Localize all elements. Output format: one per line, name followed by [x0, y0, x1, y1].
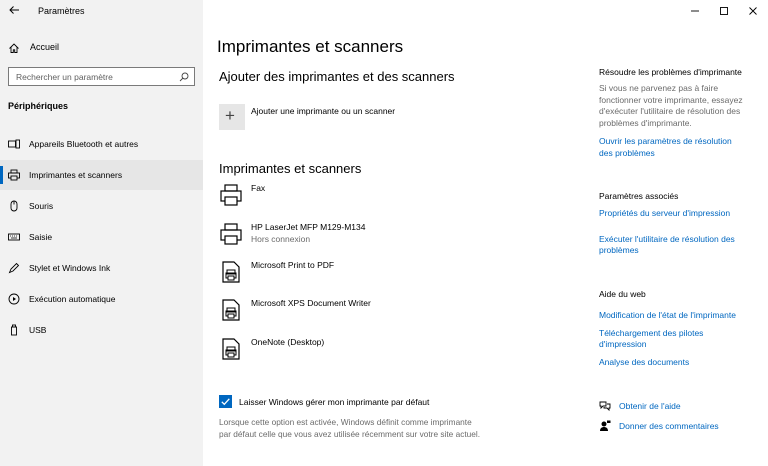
- link-line: Ouvrir les paramètres de résolution: [599, 136, 732, 146]
- usb-icon: [11, 324, 17, 336]
- link-line: Exécuter l'utilitaire de résolution des: [599, 233, 735, 244]
- link-line: d'impression: [599, 339, 647, 349]
- sidebar-item-label: Stylet et Windows Ink: [29, 263, 111, 273]
- add-printer-button[interactable]: +: [219, 104, 245, 130]
- scan-documents-link[interactable]: Analyse des documents: [599, 357, 759, 369]
- add-section-title: Ajouter des imprimantes et des scanners: [219, 69, 455, 84]
- web-help-heading: Aide du web: [599, 289, 646, 299]
- printer-name: Fax: [251, 183, 266, 193]
- sidebar-item-label: Accueil: [30, 42, 60, 52]
- fax-icon: [220, 184, 242, 206]
- page-title: Imprimantes et scanners: [217, 37, 404, 56]
- sidebar-item-bluetooth[interactable]: Appareils Bluetooth et autres: [0, 129, 203, 159]
- sidebar-item-mouse[interactable]: Souris: [0, 191, 203, 221]
- list-item-printer[interactable]: Fax: [219, 183, 559, 215]
- home-icon: [9, 43, 19, 53]
- mouse-icon: [10, 200, 18, 212]
- sidebar-item-printers[interactable]: Imprimantes et scanners: [0, 160, 203, 190]
- sidebar-item-label: Appareils Bluetooth et autres: [29, 139, 139, 149]
- bluetooth-devices-icon: [8, 139, 20, 149]
- printer-icon: [220, 223, 242, 245]
- troubleshoot-text: Si vous ne parvenez pas à faire fonction…: [599, 83, 759, 129]
- sidebar-item-label: Exécution automatique: [29, 294, 116, 304]
- text-line: fonctionner votre imprimante, essayez: [599, 94, 743, 105]
- main-content: Imprimantes et scanners Ajouter des impr…: [203, 0, 768, 466]
- sidebar-item-label: Saisie: [29, 232, 53, 242]
- feedback-person-icon: [600, 420, 611, 431]
- active-indicator: [0, 166, 3, 184]
- text-line: Si vous ne parvenez pas à faire: [599, 83, 719, 93]
- text-line: problèmes d'imprimante.: [599, 117, 692, 128]
- sidebar-item-label: Souris: [29, 201, 54, 211]
- maximize-icon[interactable]: [714, 4, 734, 18]
- link-line: problèmes: [599, 245, 639, 255]
- list-item-printer[interactable]: HP LaserJet MFP M129-M134 Hors connexion: [219, 222, 559, 254]
- search-placeholder: Rechercher un paramètre: [16, 72, 113, 82]
- download-drivers-link[interactable]: Téléchargement des pilotes d'impression: [599, 328, 759, 351]
- window-title: Paramètres: [38, 6, 85, 16]
- printer-name: Microsoft Print to PDF: [251, 260, 335, 270]
- printer-status-link[interactable]: Modification de l'état de l'imprimante: [599, 310, 759, 322]
- sidebar: Paramètres Accueil Rechercher un paramèt…: [0, 0, 203, 466]
- open-troubleshoot-link[interactable]: Ouvrir les paramètres de résolution des …: [599, 136, 759, 159]
- sidebar-item-home[interactable]: Accueil: [0, 37, 203, 59]
- document-printer-icon: [222, 299, 240, 321]
- document-printer-icon: [222, 261, 240, 283]
- sidebar-item-autoplay[interactable]: Exécution automatique: [0, 284, 203, 314]
- related-settings-section: Paramètres associés Propriétés du serveu…: [599, 191, 759, 257]
- printer-name: OneNote (Desktop): [251, 337, 325, 347]
- list-item-printer[interactable]: Microsoft Print to PDF: [219, 260, 559, 292]
- default-printer-checkbox[interactable]: [219, 395, 232, 408]
- help-chat-icon: [599, 401, 611, 412]
- print-server-properties-link[interactable]: Propriétés du serveur d'impression: [599, 208, 759, 220]
- get-help-label: Obtenir de l'aide: [619, 401, 681, 411]
- link-line: des problèmes: [599, 147, 655, 158]
- run-troubleshooter-link[interactable]: Exécuter l'utilitaire de résolution des …: [599, 234, 759, 257]
- text-line: d'exécuter l'utilitaire de résolution de…: [599, 106, 741, 116]
- printer-status: Hors connexion: [251, 234, 311, 244]
- list-item-printer[interactable]: OneNote (Desktop): [219, 337, 559, 369]
- printers-list-title: Imprimantes et scanners: [219, 161, 362, 176]
- feedback-label: Donner des commentaires: [619, 421, 719, 431]
- document-printer-icon: [222, 338, 240, 360]
- minimize-icon[interactable]: [685, 4, 705, 18]
- troubleshoot-heading: Résoudre les problèmes d'imprimante: [599, 67, 742, 77]
- sidebar-item-label: Imprimantes et scanners: [29, 170, 123, 180]
- printer-name: HP LaserJet MFP M129-M134: [251, 222, 366, 232]
- default-printer-label[interactable]: Laisser Windows gérer mon imprimante par…: [239, 397, 429, 407]
- back-arrow-icon[interactable]: [8, 4, 20, 16]
- plus-icon: +: [225, 106, 235, 125]
- default-printer-description: Lorsque cette option est activée, Window…: [219, 416, 509, 440]
- troubleshoot-section: Résoudre les problèmes d'imprimante Si v…: [599, 67, 759, 159]
- checkmark-icon: [221, 398, 230, 406]
- sidebar-item-pen[interactable]: Stylet et Windows Ink: [0, 253, 203, 283]
- web-help-section: Aide du web Modification de l'état de l'…: [599, 289, 759, 368]
- link-line: Téléchargement des pilotes: [599, 327, 704, 338]
- autoplay-icon: [8, 293, 20, 305]
- pen-icon: [8, 262, 20, 274]
- sidebar-item-typing[interactable]: Saisie: [0, 222, 203, 252]
- description-line: Lorsque cette option est activée, Window…: [219, 417, 472, 427]
- search-input[interactable]: Rechercher un paramètre: [8, 67, 195, 86]
- printer-icon: [8, 169, 20, 181]
- keyboard-icon: [8, 233, 20, 241]
- related-heading: Paramètres associés: [599, 191, 679, 201]
- list-item-printer[interactable]: Microsoft XPS Document Writer: [219, 298, 559, 330]
- sidebar-item-usb[interactable]: USB: [0, 315, 203, 345]
- sidebar-item-label: USB: [29, 325, 47, 335]
- add-printer-label[interactable]: Ajouter une imprimante ou un scanner: [251, 106, 395, 116]
- search-icon[interactable]: [179, 72, 189, 82]
- sidebar-section-title: Périphériques: [8, 101, 69, 111]
- title-bar: Paramètres: [0, 0, 203, 22]
- printer-name: Microsoft XPS Document Writer: [251, 298, 371, 308]
- description-line: par défaut celle que vous avez utilisée …: [219, 429, 481, 439]
- close-icon[interactable]: [743, 4, 763, 18]
